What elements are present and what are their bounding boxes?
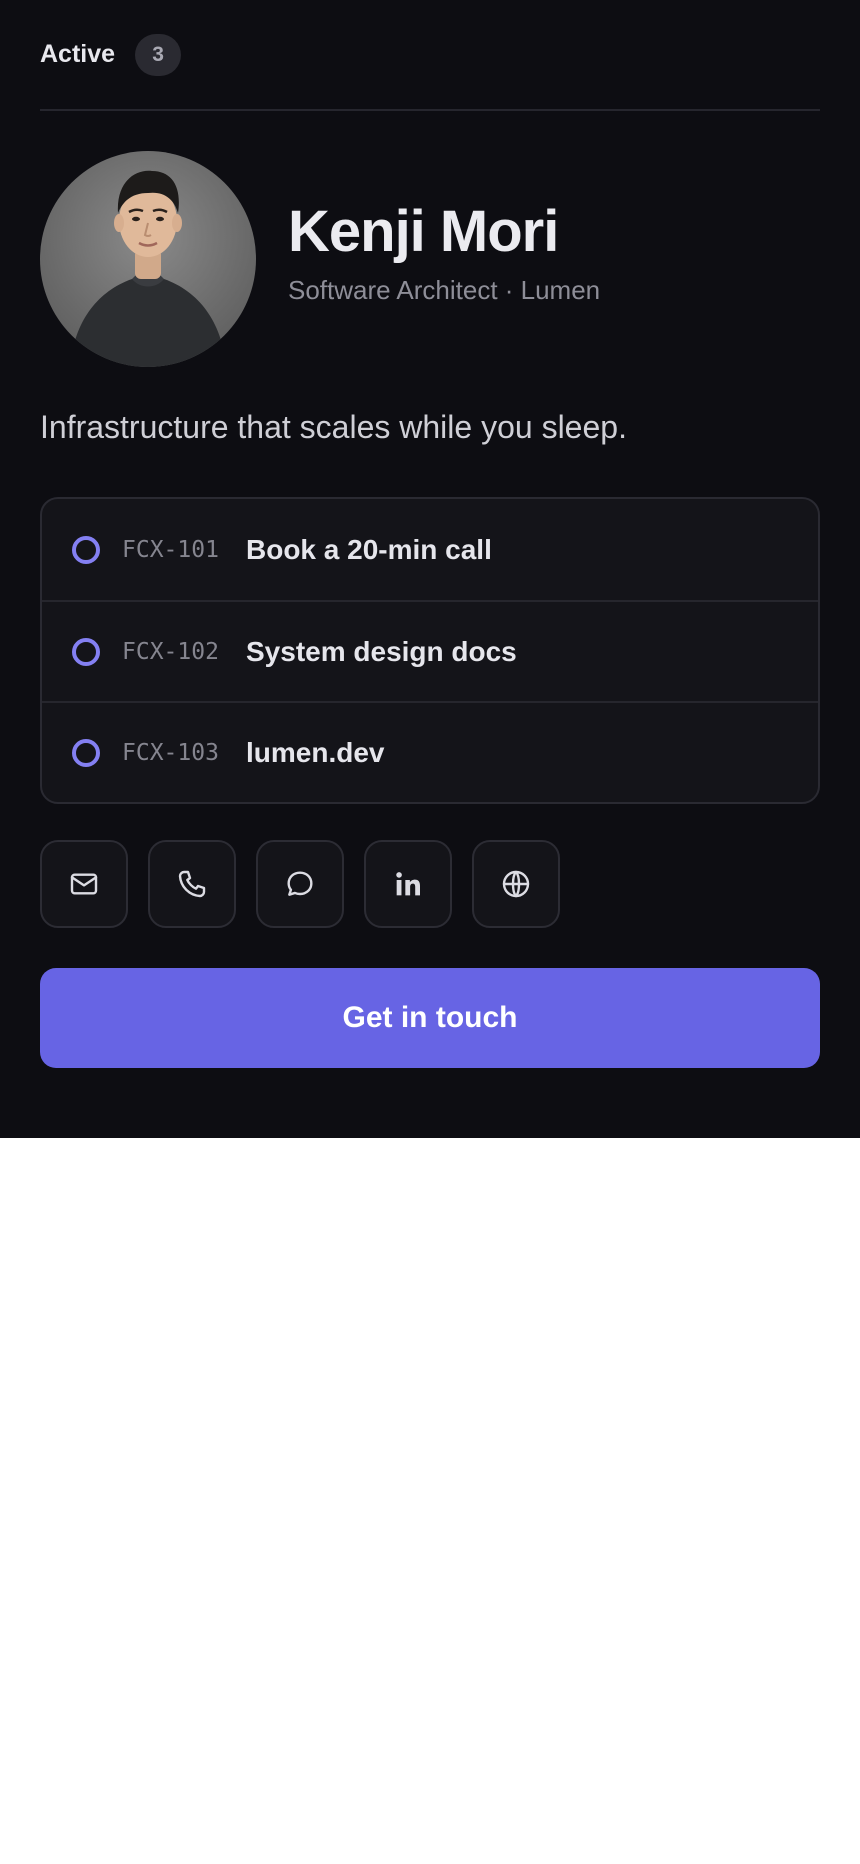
social-buttons — [40, 840, 820, 928]
globe-icon — [502, 870, 530, 898]
circle-icon — [72, 535, 100, 564]
link-code: FCX-103 — [122, 739, 219, 766]
link-title: lumen.dev — [246, 736, 385, 768]
status-label: Active — [40, 40, 116, 68]
phone-icon — [178, 870, 206, 898]
link-title: System design docs — [246, 635, 517, 667]
link-code: FCX-101 — [122, 536, 219, 563]
profile-tagline: Infrastructure that scales while you sle… — [40, 409, 627, 445]
profile-role: Software Architect · Lumen — [288, 274, 601, 305]
profile-name: Kenji Mori — [288, 198, 559, 264]
mail-icon — [70, 873, 98, 895]
circle-icon — [72, 738, 100, 767]
avatar — [40, 151, 256, 367]
circle-icon — [72, 637, 100, 666]
link-row[interactable]: FCX-101 Book a 20-min call — [42, 499, 818, 600]
card-header: Active 3 — [40, 0, 820, 111]
email-button[interactable] — [40, 840, 128, 928]
website-button[interactable] — [472, 840, 560, 928]
chat-icon — [287, 871, 313, 896]
contact-card: Active 3 Kenji Mori Software Architect ·… — [0, 0, 860, 1138]
links-list: FCX-101 Book a 20-min call FCX-102 Syste… — [40, 497, 820, 804]
phone-button[interactable] — [148, 840, 236, 928]
link-code: FCX-102 — [122, 638, 219, 665]
identity-block: Kenji Mori Software Architect · Lumen — [288, 199, 600, 306]
count-badge: 3 — [135, 33, 182, 76]
chat-button[interactable] — [256, 840, 344, 928]
link-row[interactable]: FCX-102 System design docs — [42, 600, 818, 701]
linkedin-button[interactable] — [364, 840, 452, 928]
link-title: Book a 20-min call — [246, 533, 492, 565]
get-in-touch-button[interactable]: Get in touch — [40, 968, 820, 1068]
linkedin-icon — [396, 872, 420, 896]
profile-section: Kenji Mori Software Architect · Lumen — [40, 151, 820, 367]
link-row[interactable]: FCX-103 lumen.dev — [42, 701, 818, 802]
